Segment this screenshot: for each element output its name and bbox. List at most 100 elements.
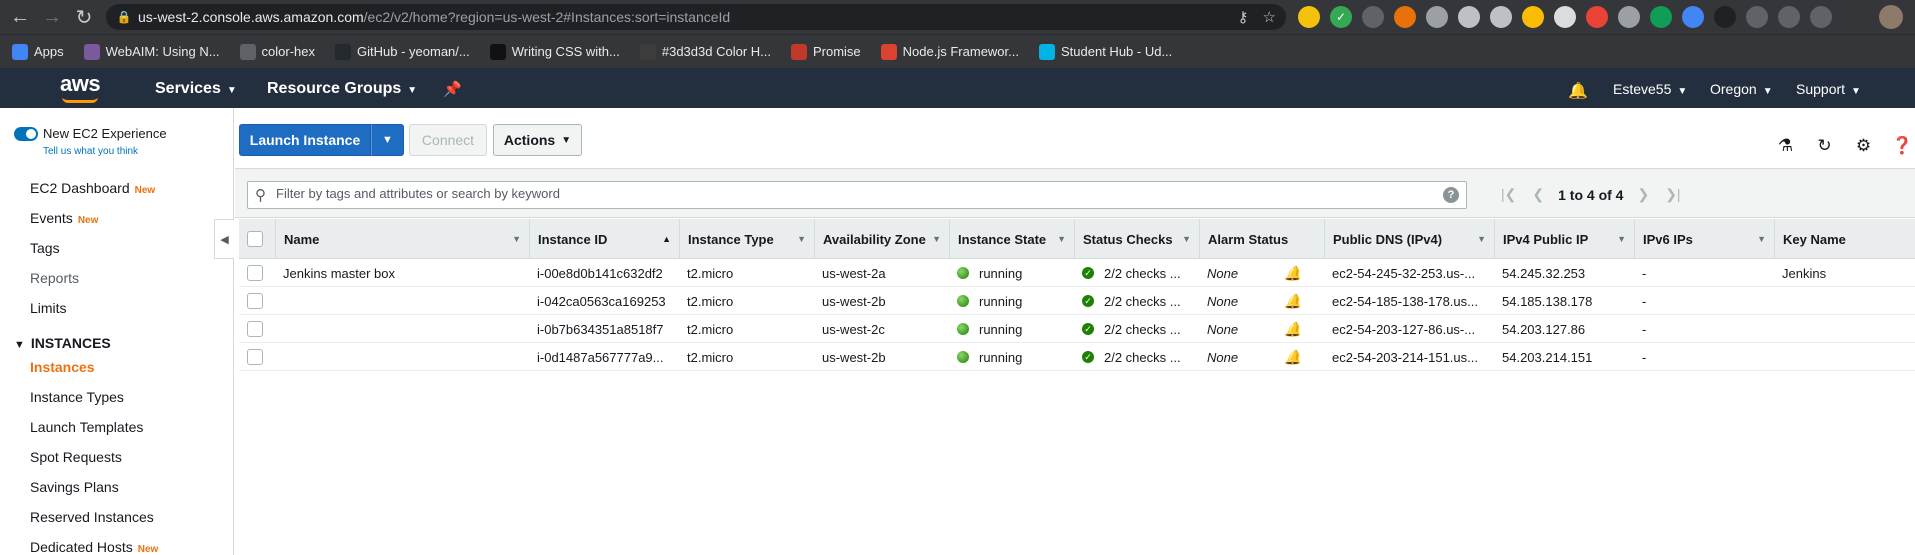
table-row[interactable]: i-042ca0563ca169253 t2.micro us-west-2b run… xyxy=(239,287,1915,315)
feedback-link[interactable]: Tell us what you think xyxy=(43,146,138,157)
key-icon[interactable]: ⚷ xyxy=(1238,8,1249,26)
extension-icon[interactable] xyxy=(1714,6,1736,28)
column-header-public-dns-ipv4[interactable]: Public DNS (IPv4) ▼ xyxy=(1324,219,1494,259)
extension-icon[interactable] xyxy=(1650,6,1672,28)
refresh-icon[interactable]: ↻ xyxy=(1812,136,1837,156)
bookmark-item[interactable]: color-hex xyxy=(239,43,315,60)
select-all-checkbox[interactable] xyxy=(247,231,263,247)
services-menu[interactable]: Services ▼ xyxy=(155,80,237,98)
sidebar-item-limits[interactable]: Limits xyxy=(30,300,67,316)
sort-icon[interactable]: ▼ xyxy=(512,234,521,244)
extension-icon[interactable] xyxy=(1394,6,1416,28)
new-experience-toggle[interactable] xyxy=(14,127,38,141)
sort-icon[interactable]: ▼ xyxy=(1477,234,1486,244)
sort-icon[interactable]: ▼ xyxy=(1757,234,1766,244)
extension-icon[interactable] xyxy=(1554,6,1576,28)
user-menu[interactable]: Esteve55 ▼ xyxy=(1613,81,1687,97)
sort-icon[interactable]: ▼ xyxy=(1617,234,1626,244)
sort-icon[interactable]: ▼ xyxy=(1057,234,1066,244)
row-checkbox[interactable] xyxy=(247,265,263,281)
extension-icon[interactable] xyxy=(1298,6,1320,28)
extension-icon[interactable] xyxy=(1618,6,1640,28)
extension-icon[interactable] xyxy=(1458,6,1480,28)
extension-icon[interactable] xyxy=(1682,6,1704,28)
help-icon[interactable]: ? xyxy=(1443,187,1459,203)
bookmark-item[interactable]: WebAIM: Using N... xyxy=(83,43,220,60)
table-row[interactable]: Jenkins master box i-00e8d0b141c632df2 t2.… xyxy=(239,259,1915,287)
launch-dropdown-button[interactable]: ▼ xyxy=(371,124,404,156)
row-checkbox[interactable] xyxy=(247,349,263,365)
sidebar-item-spot-requests[interactable]: Spot Requests xyxy=(30,449,122,465)
extension-icon[interactable] xyxy=(1586,6,1608,28)
extension-icon[interactable] xyxy=(1490,6,1512,28)
sidebar-item-reports[interactable]: Reports xyxy=(30,270,79,286)
forward-icon[interactable]: → xyxy=(40,5,64,29)
sidebar-item-savings-plans[interactable]: Savings Plans xyxy=(30,479,119,495)
column-header-status-checks[interactable]: Status Checks ▼ xyxy=(1074,219,1199,259)
support-menu[interactable]: Support ▼ xyxy=(1796,81,1861,97)
connect-button[interactable]: Connect xyxy=(409,124,487,156)
column-header-instance-id[interactable]: Instance ID ▲ xyxy=(529,219,679,259)
next-page-icon[interactable]: ❯ xyxy=(1637,186,1649,203)
help-icon[interactable]: ❓ xyxy=(1890,136,1915,156)
extension-icon[interactable] xyxy=(1810,6,1832,28)
sidebar-item-instances[interactable]: Instances xyxy=(30,359,95,375)
sidebar-item-dedicated-hosts[interactable]: Dedicated Hosts New xyxy=(30,539,158,555)
actions-button[interactable]: Actions ▼ xyxy=(493,124,582,156)
extension-icon[interactable] xyxy=(1362,6,1384,28)
bookmark-item[interactable]: #3d3d3d Color H... xyxy=(639,43,771,60)
sort-icon[interactable]: ▼ xyxy=(797,234,806,244)
avatar[interactable] xyxy=(1879,5,1903,29)
extension-icon[interactable] xyxy=(1778,6,1800,28)
search-input[interactable] xyxy=(276,186,1426,201)
extension-icon[interactable] xyxy=(1746,6,1768,28)
row-checkbox[interactable] xyxy=(247,293,263,309)
instances-section-header[interactable]: ▼ INSTANCES xyxy=(14,335,111,351)
column-header-instance-type[interactable]: Instance Type ▼ xyxy=(679,219,814,259)
pin-icon[interactable]: 📌 xyxy=(443,80,462,98)
sidebar-item-ec2-dashboard[interactable]: EC2 Dashboard New xyxy=(30,180,155,196)
column-header-availability-zone[interactable]: Availability Zone ▼ xyxy=(814,219,949,259)
add-alarm-icon[interactable]: 🔔 xyxy=(1284,293,1301,310)
sidebar-item-reserved-instances[interactable]: Reserved Instances xyxy=(30,509,154,525)
gear-icon[interactable]: ⚙ xyxy=(1851,136,1876,156)
region-menu[interactable]: Oregon ▼ xyxy=(1710,81,1773,97)
url-text[interactable]: us-west-2.console.aws.amazon.com/ec2/v2/… xyxy=(138,9,730,25)
address-bar[interactable]: 🔒 us-west-2.console.aws.amazon.com/ec2/v… xyxy=(106,4,1286,30)
last-page-icon[interactable]: ❯| xyxy=(1665,186,1680,203)
add-alarm-icon[interactable]: 🔔 xyxy=(1284,265,1301,282)
column-header-name[interactable]: Name ▼ xyxy=(275,219,529,259)
bookmark-item[interactable]: Node.js Framewor... xyxy=(880,43,1019,60)
launch-instance-button[interactable]: Launch Instance xyxy=(239,124,371,156)
sort-ascending-icon[interactable]: ▲ xyxy=(662,234,671,244)
collapse-sidebar-button[interactable]: ◀ xyxy=(214,219,234,259)
sidebar-item-tags[interactable]: Tags xyxy=(30,240,60,256)
sort-icon[interactable]: ▼ xyxy=(1182,234,1191,244)
bookmark-item[interactable]: Student Hub - Ud... xyxy=(1039,43,1172,60)
table-row[interactable]: i-0d1487a567777a9... t2.micro us-west-2b ru… xyxy=(239,343,1915,371)
column-header-ipv6-ips[interactable]: IPv6 IPs ▼ xyxy=(1634,219,1774,259)
back-icon[interactable]: ← xyxy=(8,5,32,29)
extension-icon[interactable] xyxy=(1426,6,1448,28)
star-icon[interactable]: ☆ xyxy=(1263,8,1276,26)
column-header-alarm-status[interactable]: Alarm Status xyxy=(1199,219,1324,259)
flask-icon[interactable]: ⚗ xyxy=(1773,136,1798,156)
reload-icon[interactable]: ↻ xyxy=(72,5,96,29)
aws-logo[interactable]: aws xyxy=(60,71,101,97)
row-checkbox[interactable] xyxy=(247,321,263,337)
bookmark-item[interactable]: GitHub - yeoman/... xyxy=(335,43,470,60)
column-header-instance-state[interactable]: Instance State ▼ xyxy=(949,219,1074,259)
first-page-icon[interactable]: |❮ xyxy=(1501,186,1516,203)
column-header-ipv4-public-ip[interactable]: IPv4 Public IP ▼ xyxy=(1494,219,1634,259)
add-alarm-icon[interactable]: 🔔 xyxy=(1284,321,1301,338)
sidebar-item-instance-types[interactable]: Instance Types xyxy=(30,389,124,405)
extension-icon[interactable] xyxy=(1522,6,1544,28)
column-header-key-name[interactable]: Key Name xyxy=(1774,219,1915,259)
bookmark-item[interactable]: Writing CSS with... xyxy=(489,43,620,60)
bookmark-item[interactable]: Apps xyxy=(12,43,64,60)
sidebar-item-events[interactable]: Events New xyxy=(30,210,98,226)
table-row[interactable]: i-0b7b634351a8518f7 t2.micro us-west-2c run… xyxy=(239,315,1915,343)
sidebar-item-launch-templates[interactable]: Launch Templates xyxy=(30,419,143,435)
sort-icon[interactable]: ▼ xyxy=(932,234,941,244)
bell-icon[interactable]: 🔔 xyxy=(1568,81,1588,101)
